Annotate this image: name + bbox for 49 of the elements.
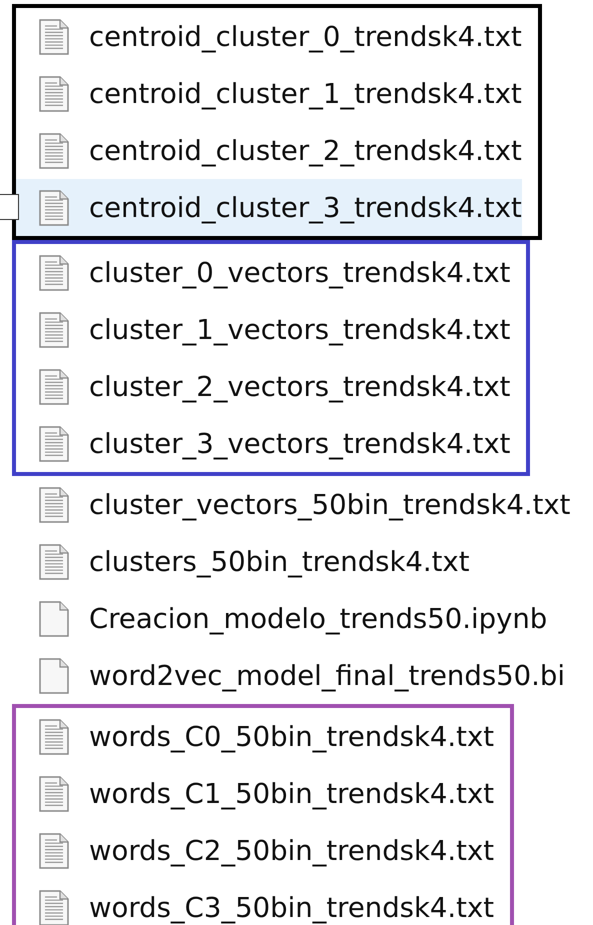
file-item[interactable]: words_C1_50bin_trendsk4.txt: [16, 765, 494, 822]
text-document-icon: [39, 190, 69, 226]
file-item[interactable]: cluster_2_vectors_trendsk4.txt: [16, 358, 510, 415]
file-item[interactable]: cluster_3_vectors_trendsk4.txt: [16, 415, 510, 472]
file-name: clusters_50bin_trendsk4.txt: [89, 546, 470, 578]
file-item[interactable]: clusters_50bin_trendsk4.txt: [4, 533, 570, 590]
file-name: Creacion_modelo_trends50.ipynb: [89, 602, 548, 634]
file-name: centroid_cluster_0_trendsk4.txt: [89, 20, 522, 52]
file-item[interactable]: words_C2_50bin_trendsk4.txt: [16, 822, 494, 879]
file-item[interactable]: Creacion_modelo_trends50.ipynb: [4, 590, 570, 647]
blank-document-icon: [39, 658, 69, 694]
file-name: words_C0_50bin_trendsk4.txt: [89, 720, 494, 752]
file-name: cluster_0_vectors_trendsk4.txt: [89, 256, 510, 288]
file-item[interactable]: cluster_1_vectors_trendsk4.txt: [16, 301, 510, 358]
text-document-icon: [39, 426, 69, 462]
file-name: centroid_cluster_1_trendsk4.txt: [89, 78, 522, 110]
file-item[interactable]: centroid_cluster_1_trendsk4.txt: [16, 65, 522, 122]
text-document-icon: [39, 76, 69, 112]
file-name: word2vec_model_final_trends50.bi: [89, 660, 565, 692]
file-item[interactable]: words_C0_50bin_trendsk4.txt: [16, 708, 494, 765]
file-item[interactable]: cluster_0_vectors_trendsk4.txt: [16, 244, 510, 301]
file-name: cluster_2_vectors_trendsk4.txt: [89, 370, 510, 402]
text-document-icon: [39, 132, 69, 168]
file-name: words_C1_50bin_trendsk4.txt: [89, 778, 494, 810]
file-name: cluster_3_vectors_trendsk4.txt: [89, 428, 510, 460]
file-name: cluster_vectors_50bin_trendsk4.txt: [89, 488, 570, 520]
text-document-icon: [39, 890, 69, 925]
text-document-icon: [39, 832, 69, 868]
text-document-icon: [39, 312, 69, 348]
file-name: words_C3_50bin_trendsk4.txt: [89, 892, 494, 924]
file-item[interactable]: words_C3_50bin_trendsk4.txt: [16, 879, 494, 925]
text-document-icon: [39, 486, 69, 522]
text-document-icon: [39, 368, 69, 404]
file-item[interactable]: centroid_cluster_2_trendsk4.txt: [16, 122, 522, 179]
blank-document-icon: [39, 600, 69, 636]
file-item[interactable]: centroid_cluster_3_trendsk4.txt: [16, 179, 522, 236]
file-name: cluster_1_vectors_trendsk4.txt: [89, 314, 510, 346]
file-name: words_C2_50bin_trendsk4.txt: [89, 834, 494, 866]
text-document-icon: [39, 254, 69, 290]
text-document-icon: [39, 718, 69, 754]
text-document-icon: [39, 776, 69, 812]
text-document-icon: [39, 18, 69, 54]
file-item[interactable]: cluster_vectors_50bin_trendsk4.txt: [4, 476, 570, 533]
file-name: centroid_cluster_3_trendsk4.txt: [89, 192, 522, 224]
checkbox[interactable]: [0, 194, 19, 220]
text-document-icon: [39, 544, 69, 580]
file-name: centroid_cluster_2_trendsk4.txt: [89, 134, 522, 166]
file-item[interactable]: centroid_cluster_0_trendsk4.txt: [16, 8, 522, 65]
file-item[interactable]: word2vec_model_final_trends50.bi: [4, 647, 570, 704]
